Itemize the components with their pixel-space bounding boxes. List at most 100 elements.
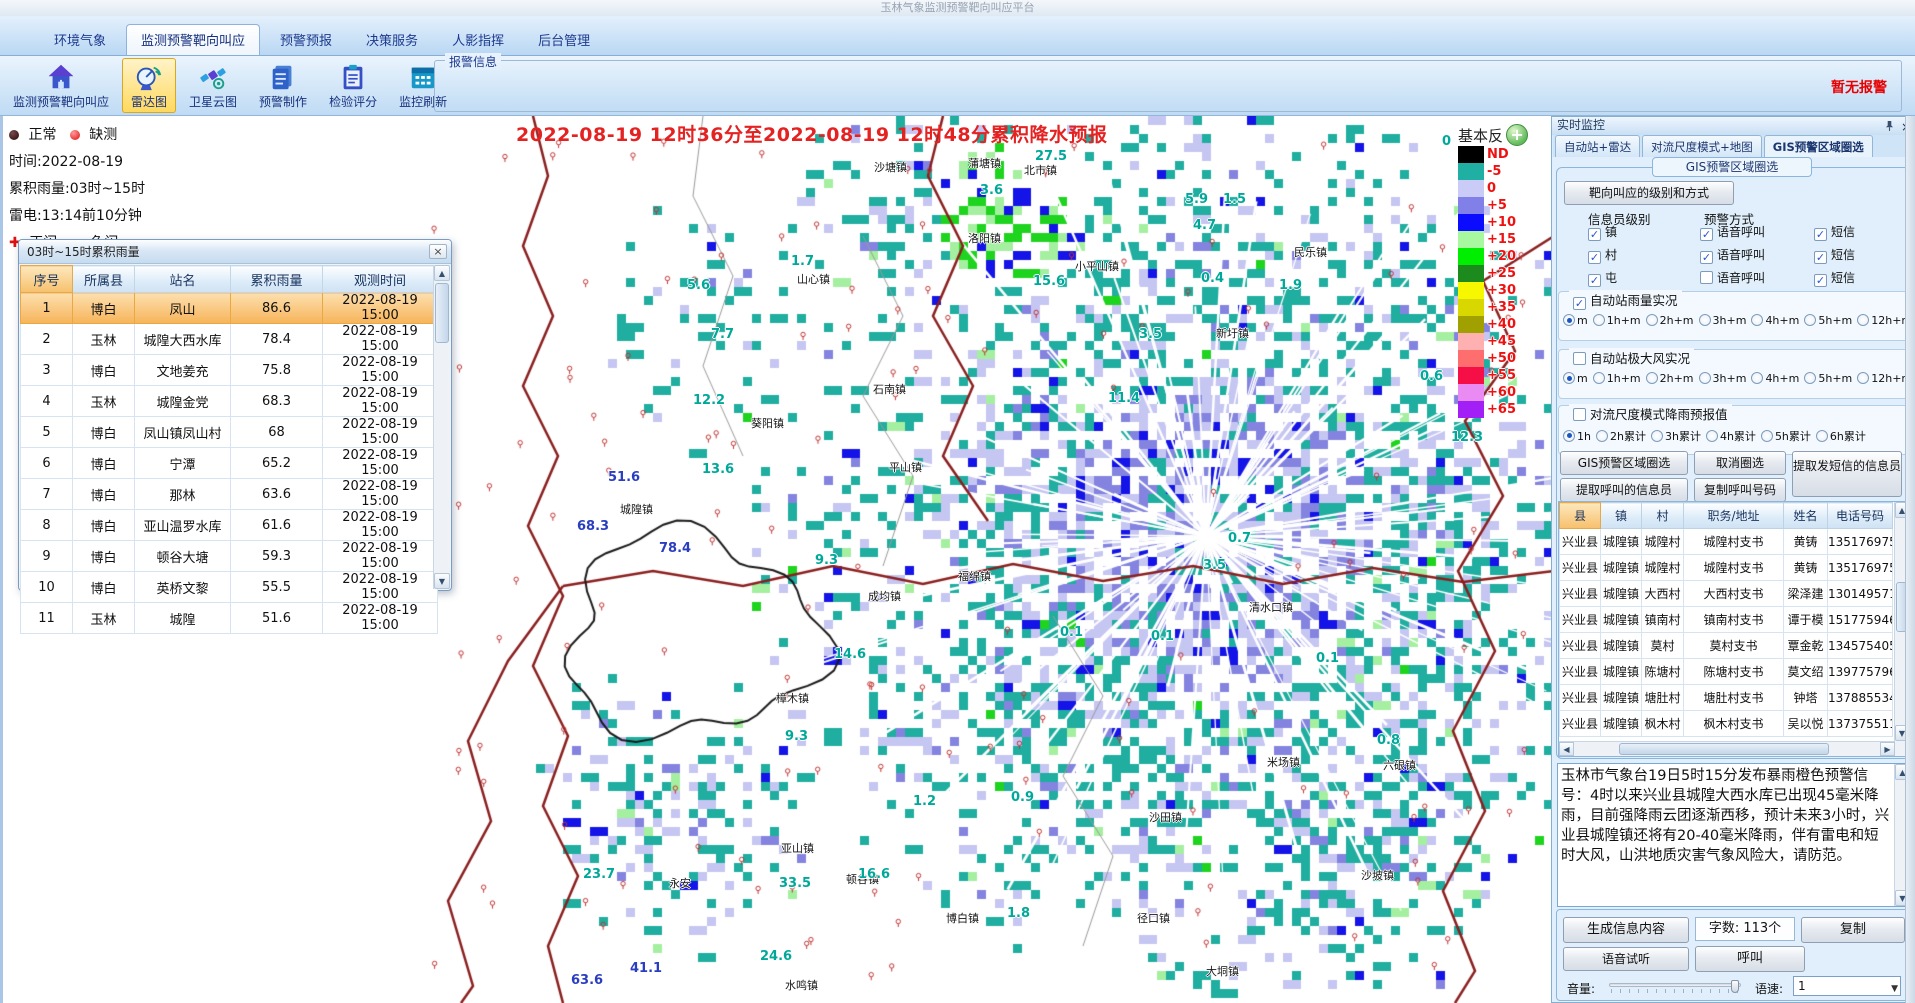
radio-option[interactable]: 5h+m	[1804, 372, 1852, 385]
radio-option[interactable]: 12h+m	[1857, 372, 1912, 385]
satellite-button[interactable]: 卫星云图	[180, 58, 246, 113]
radio-icon[interactable]	[1857, 314, 1869, 326]
checkbox[interactable]: ✓	[1588, 228, 1601, 241]
extract-sms-button[interactable]: 提取发短信的信息员	[1792, 451, 1902, 497]
radio-option[interactable]: 3h累计	[1651, 428, 1701, 444]
clipboard-button[interactable]: 检验评分	[320, 58, 386, 113]
extract-call-button[interactable]: 提取呼叫的信息员	[1560, 478, 1688, 502]
radio-option[interactable]: m	[1563, 314, 1588, 327]
rain-table-row[interactable]: 4玉林城隍金党68.32022-08-19 15:00	[21, 386, 438, 417]
radio-icon[interactable]	[1804, 372, 1816, 384]
copy-button[interactable]: 复制	[1801, 917, 1905, 943]
rain-table-row[interactable]: 11玉林城隍51.62022-08-19 15:00	[21, 603, 438, 634]
radio-option[interactable]: 1h+m	[1593, 314, 1641, 327]
radio-icon[interactable]	[1761, 430, 1773, 442]
checkbox[interactable]: ✓	[1700, 228, 1713, 241]
contact-row[interactable]: 兴业县城隍镇城隍村城隍村支书黄铸135176975	[1560, 529, 1893, 555]
scroll-down-icon[interactable]: ▼	[434, 573, 450, 589]
rain-table-scrollbar[interactable]: ▲ ▼	[433, 265, 450, 589]
rain-table-row[interactable]: 8博白亚山温罗水库61.62022-08-19 15:00	[21, 510, 438, 541]
checkbox[interactable]	[1573, 408, 1586, 421]
speed-select[interactable]: 1 ▼	[1793, 976, 1901, 996]
gis-select-button[interactable]: GIS预警区域圈选	[1560, 451, 1688, 475]
contact-row[interactable]: 兴业县城隍镇镇南村镇南村支书谭于模151775946	[1560, 607, 1893, 633]
checkbox[interactable]: ✓	[1588, 251, 1601, 264]
contact-row[interactable]: 兴业县城隍镇城隍村城隍村支书黄铸135176975	[1560, 555, 1893, 581]
rain-table-row[interactable]: 5博白凤山镇凤山村682022-08-19 15:00	[21, 417, 438, 448]
call-button[interactable]: 呼叫	[1695, 946, 1805, 972]
checkbox[interactable]: ✓	[1573, 297, 1586, 310]
rain-table-row[interactable]: 6博白宁潭65.22022-08-19 15:00	[21, 448, 438, 479]
checkbox[interactable]: ✓	[1588, 274, 1601, 287]
home-button[interactable]: 监测预警靶向叫应	[4, 58, 118, 113]
contact-row[interactable]: 兴业县城隍镇大西村大西村支书梁泽建130149571	[1560, 581, 1893, 607]
radio-option[interactable]: 5h累计	[1761, 428, 1811, 444]
voice-preview-button[interactable]: 语音试听	[1563, 947, 1689, 971]
rain-table-header[interactable]: 站名	[135, 266, 231, 293]
radio-icon[interactable]	[1804, 314, 1816, 326]
contact-header[interactable]: 村	[1642, 503, 1684, 529]
menu-tab[interactable]: 环境气象	[40, 25, 120, 55]
radio-icon[interactable]	[1651, 430, 1663, 442]
copy-number-button[interactable]: 复制呼叫号码	[1694, 478, 1786, 502]
rain-table-row[interactable]: 10博白英桥文黎55.52022-08-19 15:00	[21, 572, 438, 603]
radio-icon[interactable]	[1593, 314, 1605, 326]
radio-icon[interactable]	[1751, 314, 1763, 326]
radio-icon[interactable]	[1646, 314, 1658, 326]
radio-option[interactable]: 4h+m	[1751, 372, 1799, 385]
radio-option[interactable]: 3h+m	[1699, 314, 1747, 327]
volume-slider[interactable]	[1609, 980, 1741, 994]
radio-icon[interactable]	[1857, 372, 1869, 384]
rain-table-header[interactable]: 序号	[21, 266, 73, 293]
radio-icon[interactable]	[1706, 430, 1718, 442]
radio-icon[interactable]	[1699, 372, 1711, 384]
contact-row[interactable]: 兴业县城隍镇枫木村枫木村支书吴以悦137375511	[1560, 711, 1893, 737]
message-box[interactable]: 玉林市气象台19日5时15分发布暴雨橙色预警信号：4时以来兴业县城隍大西水库已出…	[1557, 763, 1911, 907]
contact-row[interactable]: 兴业县城隍镇塘肚村塘肚村支书钟塔137885534	[1560, 685, 1893, 711]
contact-header[interactable]: 镇	[1601, 503, 1642, 529]
generate-message-button[interactable]: 生成信息内容	[1563, 917, 1689, 943]
radio-icon[interactable]	[1563, 314, 1575, 326]
panel-tab[interactable]: GIS预警区域圈选	[1764, 135, 1873, 157]
radio-option[interactable]: 12h+m	[1857, 314, 1912, 327]
menu-tab[interactable]: 预警预报	[266, 25, 346, 55]
rain-table-header[interactable]: 累积雨量	[231, 266, 323, 293]
checkbox[interactable]	[1700, 271, 1713, 284]
radio-option[interactable]: 4h+m	[1751, 314, 1799, 327]
pin-icon[interactable]	[1885, 119, 1894, 136]
radio-option[interactable]: 5h+m	[1804, 314, 1852, 327]
zoom-in-icon[interactable]: +	[1506, 124, 1528, 146]
menu-tab[interactable]: 决策服务	[352, 25, 432, 55]
radio-option[interactable]: 3h+m	[1699, 372, 1747, 385]
cancel-select-button[interactable]: 取消圈选	[1694, 451, 1786, 475]
contact-header[interactable]: 职务/地址	[1684, 503, 1784, 529]
checkbox[interactable]: ✓	[1814, 228, 1827, 241]
slider-thumb[interactable]	[1731, 980, 1739, 993]
scroll-up-icon[interactable]: ▲	[434, 265, 450, 281]
rain-table-header[interactable]: 所属县	[73, 266, 135, 293]
checkbox[interactable]: ✓	[1814, 274, 1827, 287]
contact-header[interactable]: 电话号码	[1828, 503, 1893, 529]
rain-window-titlebar[interactable]: 03时~15时累积雨量 ×	[19, 240, 451, 264]
radio-option[interactable]: 2h+m	[1646, 314, 1694, 327]
radio-icon[interactable]	[1563, 430, 1575, 442]
radio-icon[interactable]	[1596, 430, 1608, 442]
radio-option[interactable]: 4h累计	[1706, 428, 1756, 444]
scroll-thumb[interactable]	[435, 283, 449, 343]
rain-table-row[interactable]: 1博白凤山86.62022-08-19 15:00	[21, 293, 438, 324]
radio-option[interactable]: 2h累计	[1596, 428, 1646, 444]
document-button[interactable]: 预警制作	[250, 58, 316, 113]
rain-table-row[interactable]: 2玉林城隍大西水库78.42022-08-19 15:00	[21, 324, 438, 355]
level-mode-button[interactable]: 靶向叫应的级别和方式	[1564, 181, 1734, 205]
map-area[interactable]: 2022-08-19 12时36分至2022-08-19 12时48分累积降水预…	[0, 116, 1551, 1003]
radio-option[interactable]: m	[1563, 372, 1588, 385]
panel-tab[interactable]: 自动站+雷达	[1555, 135, 1640, 157]
radio-icon[interactable]	[1646, 372, 1658, 384]
rain-table-row[interactable]: 3博白文地姜充75.82022-08-19 15:00	[21, 355, 438, 386]
radio-option[interactable]: 1h+m	[1593, 372, 1641, 385]
checkbox[interactable]: ✓	[1814, 251, 1827, 264]
radio-icon[interactable]	[1751, 372, 1763, 384]
scroll-thumb[interactable]	[1619, 743, 1829, 755]
checkbox[interactable]: ✓	[1700, 251, 1713, 264]
panel-tab[interactable]: 对流尺度模式+地图	[1642, 135, 1762, 157]
